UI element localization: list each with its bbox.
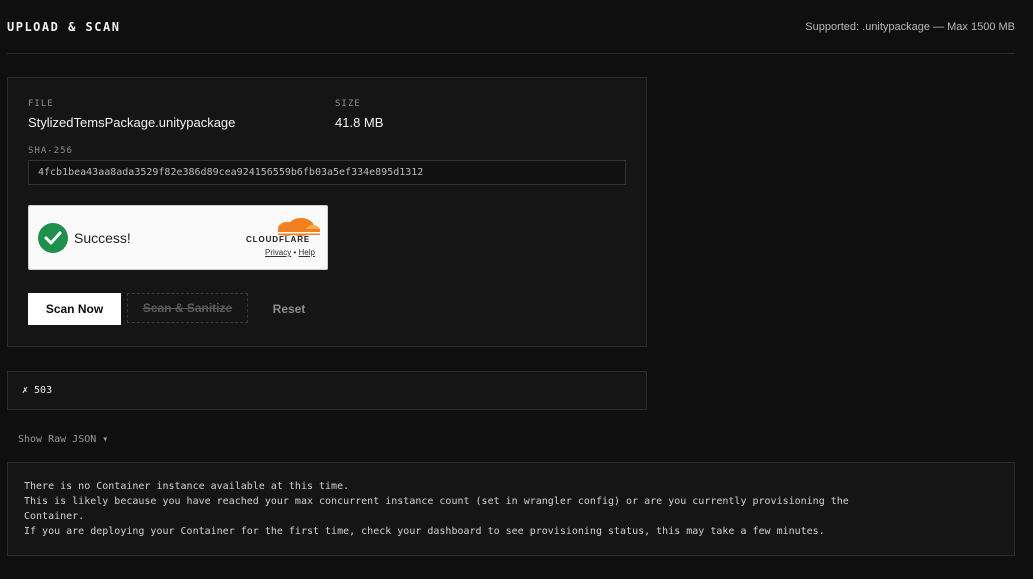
raw-line: Container. [24,511,85,522]
upload-card: FILE StylizedTemsPackage.unitypackage SI… [7,77,647,347]
file-name: StylizedTemsPackage.unitypackage [28,115,236,130]
page-header: UPLOAD & SCAN Supported: .unitypackage —… [7,0,1015,54]
help-link[interactable]: Help [299,248,315,257]
success-check-icon [38,223,68,253]
turnstile-links: Privacy • Help [265,248,315,257]
file-size: 41.8 MB [335,115,384,130]
turnstile-status: Success! [74,230,131,246]
supported-note: Supported: .unitypackage — Max 1500 MB [805,21,1015,33]
scan-now-button[interactable]: Scan Now [28,293,121,325]
page-title: UPLOAD & SCAN [7,20,121,34]
file-label: FILE [28,99,54,109]
show-raw-json-toggle[interactable]: Show Raw JSON ▾ [18,434,108,445]
reset-button[interactable]: Reset [260,293,318,325]
sha-value: 4fcb1bea43aa8ada3529f82e386d89cea9241565… [38,167,424,178]
turnstile-widget[interactable]: Success! CLOUDFLARE Privacy • Help [28,205,328,270]
raw-line: If you are deploying your Container for … [24,526,825,537]
raw-line: This is likely because you have reached … [24,496,849,507]
error-banner: ✗ 503 [7,371,647,410]
sha-field[interactable]: 4fcb1bea43aa8ada3529f82e386d89cea9241565… [28,160,626,185]
raw-line: There is no Container instance available… [24,481,350,492]
link-separator: • [293,248,297,257]
cloudflare-cloud-icon [278,218,320,236]
cloudflare-logo: CLOUDFLARE [246,235,311,244]
error-status: ✗ 503 [22,385,53,396]
privacy-link[interactable]: Privacy [265,248,291,257]
size-label: SIZE [335,99,361,109]
scan-sanitize-button[interactable]: Scan & Sanitize [127,293,248,323]
sha-label: SHA-256 [28,146,73,156]
raw-response-panel: There is no Container instance available… [7,462,1015,556]
